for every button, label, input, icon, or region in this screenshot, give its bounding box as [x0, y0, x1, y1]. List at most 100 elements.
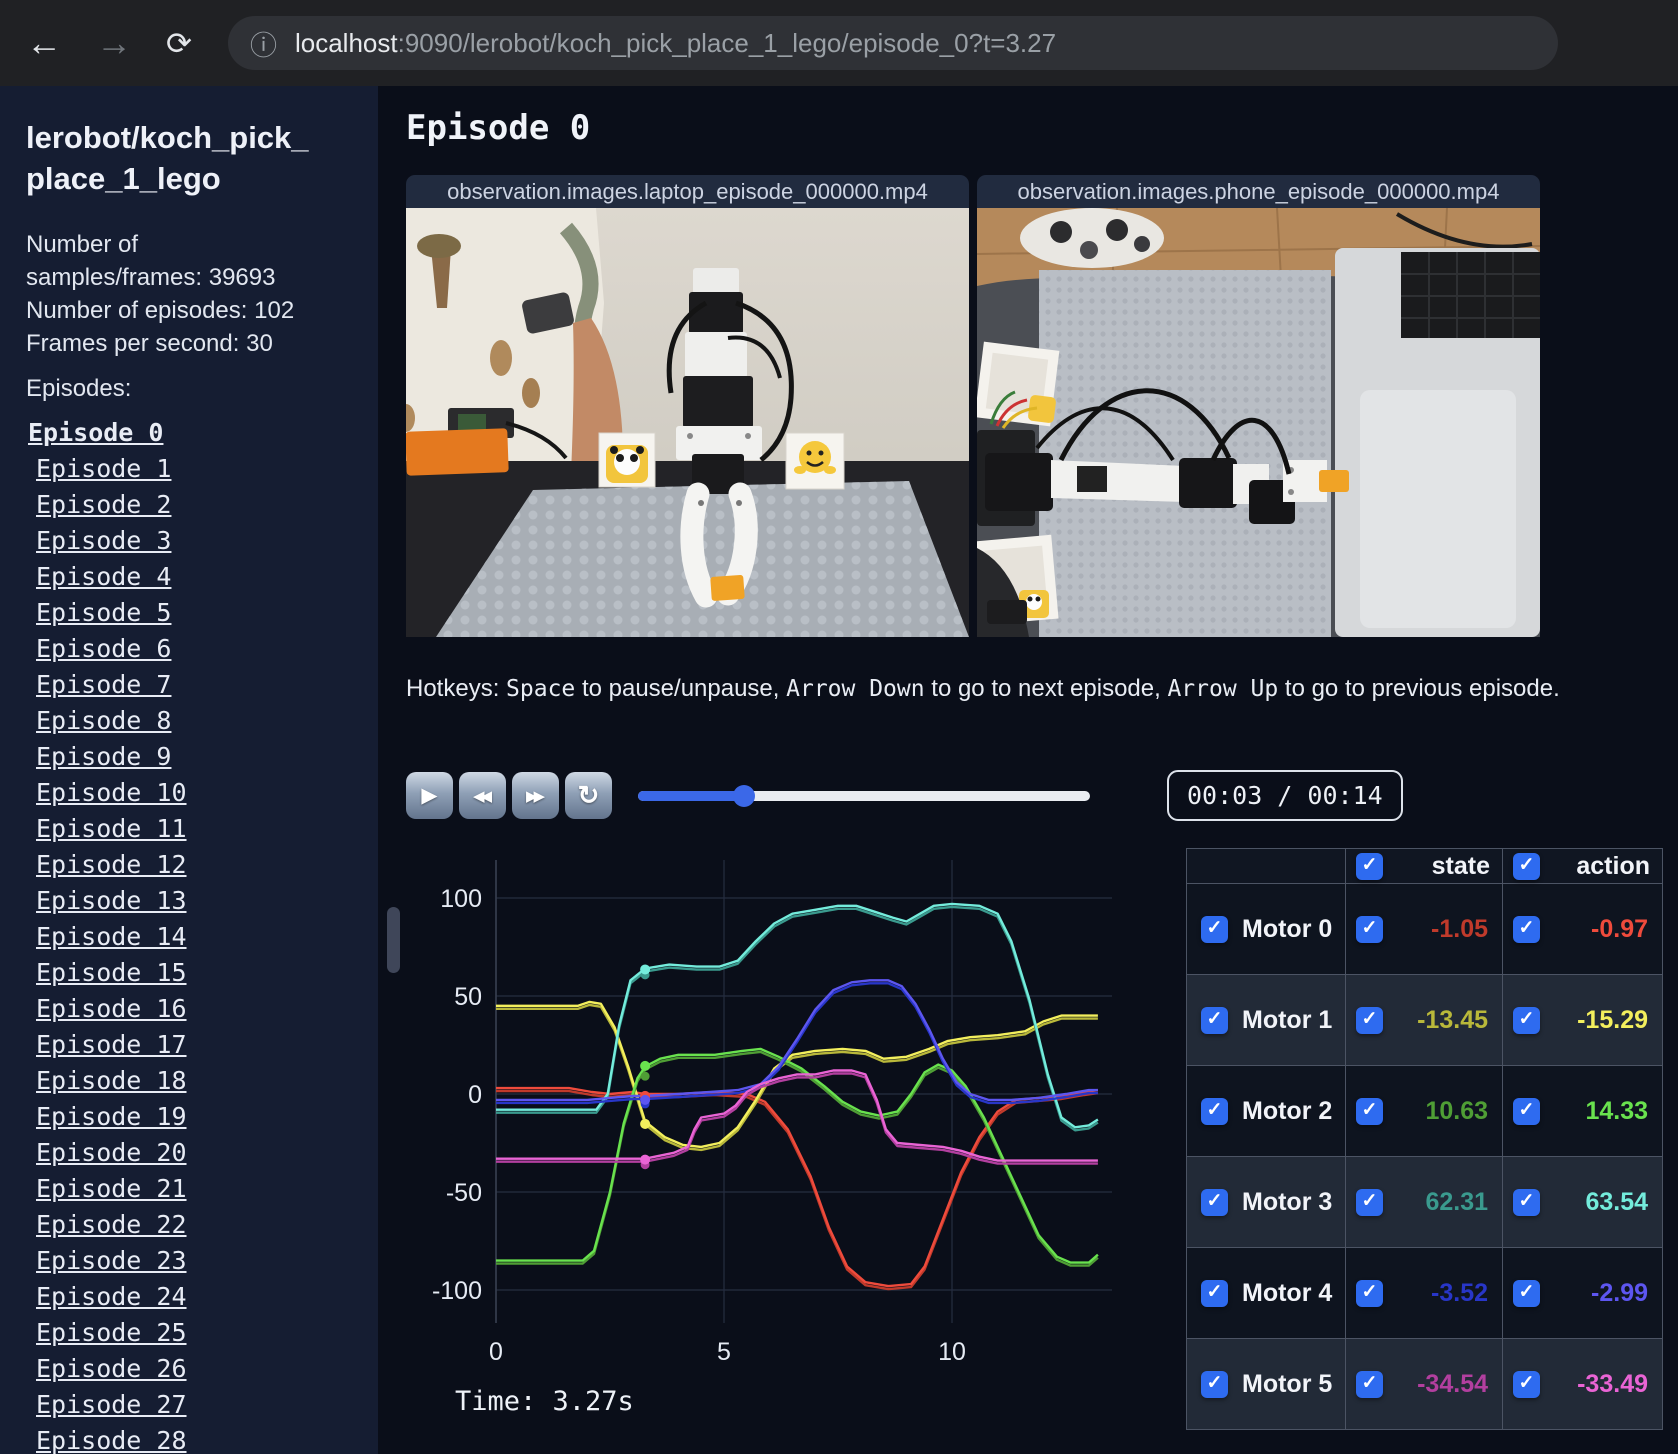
motor-checkbox-4[interactable]: [1201, 1279, 1228, 1307]
episode-link-episode-19[interactable]: Episode 19: [26, 1099, 378, 1135]
episode-link-episode-21[interactable]: Episode 21: [26, 1171, 378, 1207]
episode-link-episode-12[interactable]: Episode 12: [26, 847, 378, 883]
episode-link-episode-8[interactable]: Episode 8: [26, 703, 378, 739]
play-icon: ▶: [421, 784, 438, 807]
browser-toolbar: ← → ⟳ ⓘ localhost:9090/lerobot/koch_pick…: [0, 0, 1678, 86]
episode-link-episode-4[interactable]: Episode 4: [26, 559, 378, 595]
episode-link-episode-26[interactable]: Episode 26: [26, 1351, 378, 1387]
motor-3-state-checkbox[interactable]: [1356, 1188, 1383, 1216]
svg-text:5: 5: [717, 1338, 731, 1366]
motor-2-state-checkbox[interactable]: [1356, 1097, 1383, 1125]
episode-link-episode-16[interactable]: Episode 16: [26, 991, 378, 1027]
video-player-phone[interactable]: observation.images.phone_episode_000000.…: [977, 175, 1540, 637]
main-content: Episode 0 observation.images.laptop_epis…: [378, 86, 1678, 1454]
episode-link-episode-13[interactable]: Episode 13: [26, 883, 378, 919]
video-player-laptop[interactable]: observation.images.laptop_episode_000000…: [406, 175, 969, 637]
video-frame-laptop-scene: [406, 208, 969, 637]
motor-3-action-value: 63.54: [1585, 1187, 1648, 1216]
time-display: 00:03 / 00:14: [1167, 770, 1403, 821]
episode-link-episode-24[interactable]: Episode 24: [26, 1279, 378, 1315]
episode-link-episode-25[interactable]: Episode 25: [26, 1315, 378, 1351]
url-bar[interactable]: ⓘ localhost:9090/lerobot/koch_pick_place…: [227, 16, 1558, 70]
svg-text:0: 0: [468, 1081, 482, 1109]
svg-text:50: 50: [454, 983, 482, 1011]
episode-link-episode-28[interactable]: Episode 28: [26, 1423, 378, 1454]
episode-link-episode-3[interactable]: Episode 3: [26, 523, 378, 559]
motor-2-action-value: 14.33: [1585, 1096, 1648, 1125]
episode-link-episode-20[interactable]: Episode 20: [26, 1135, 378, 1171]
episode-link-episode-15[interactable]: Episode 15: [26, 955, 378, 991]
hotkeys-help: Hotkeys: Space to pause/unpause, Arrow D…: [406, 675, 1560, 702]
episode-link-episode-17[interactable]: Episode 17: [26, 1027, 378, 1063]
motor-label-2: Motor 2: [1242, 1096, 1333, 1125]
episode-link-episode-14[interactable]: Episode 14: [26, 919, 378, 955]
dataset-title: lerobot/koch_pick_place_1_lego: [26, 120, 309, 196]
motor-4-action-value: -2.99: [1591, 1278, 1648, 1307]
hotkey-arrow-up: Arrow Up: [1167, 676, 1279, 702]
svg-text:10: 10: [938, 1338, 966, 1366]
svg-text:-50: -50: [446, 1179, 482, 1207]
episode-list: Episode 0 Episode 1 Episode 2 Episode 3 Epis…: [26, 415, 378, 1454]
episode-link-episode-27[interactable]: Episode 27: [26, 1387, 378, 1423]
column-header-state: state: [1431, 851, 1490, 880]
motor-4-action-checkbox[interactable]: [1513, 1279, 1540, 1307]
video-panels: observation.images.laptop_episode_000000…: [406, 175, 1540, 637]
motor-5-action-value: -33.49: [1577, 1369, 1648, 1398]
motor-3-action-checkbox[interactable]: [1513, 1188, 1540, 1216]
forward-button[interactable]: →: [96, 25, 132, 61]
motor-1-state-checkbox[interactable]: [1356, 1006, 1383, 1034]
video-title-laptop: observation.images.laptop_episode_000000…: [406, 175, 969, 208]
svg-text:0: 0: [489, 1338, 503, 1366]
seek-slider[interactable]: [638, 784, 1090, 807]
episode-link-episode-22[interactable]: Episode 22: [26, 1207, 378, 1243]
motor-checkbox-5[interactable]: [1201, 1370, 1228, 1398]
motor-checkbox-1[interactable]: [1201, 1006, 1228, 1034]
motor-checkbox-3[interactable]: [1201, 1188, 1228, 1216]
motor-0-action-value: -0.97: [1591, 914, 1648, 943]
motor-row-4: Motor 4 -3.52 -2.99: [1186, 1247, 1663, 1339]
motor-5-action-checkbox[interactable]: [1513, 1370, 1540, 1398]
episode-link-episode-2[interactable]: Episode 2: [26, 487, 378, 523]
site-info-icon[interactable]: ⓘ: [250, 24, 277, 63]
rewind-icon: ◀◀: [472, 787, 492, 805]
url-path: :9090/lerobot/koch_pick_place_1_lego/epi…: [397, 27, 1057, 58]
column-checkbox-action[interactable]: [1513, 852, 1540, 880]
motor-0-state-value: -1.05: [1431, 914, 1488, 943]
seek-fill: [638, 790, 745, 801]
motor-5-state-checkbox[interactable]: [1356, 1370, 1383, 1398]
episode-link-episode-0[interactable]: Episode 0: [26, 415, 378, 451]
column-checkbox-state[interactable]: [1356, 852, 1383, 880]
fast-forward-icon: ▶▶: [525, 787, 545, 805]
hotkey-arrow-down: Arrow Down: [786, 676, 925, 702]
motor-2-state-value: 10.63: [1425, 1096, 1488, 1125]
back-button[interactable]: ←: [26, 25, 62, 61]
episode-link-episode-7[interactable]: Episode 7: [26, 667, 378, 703]
page-title: Episode 0: [406, 108, 591, 148]
info-line: Number of episodes: 102: [26, 296, 295, 324]
episode-link-episode-11[interactable]: Episode 11: [26, 811, 378, 847]
scrollbar-thumb[interactable]: [387, 907, 400, 973]
motor-label-5: Motor 5: [1242, 1369, 1333, 1398]
motor-1-action-checkbox[interactable]: [1513, 1006, 1540, 1034]
hotkey-space: Space: [506, 676, 576, 702]
chart-time-label: Time: 3.27s: [455, 1386, 634, 1417]
motor-checkbox-2[interactable]: [1201, 1097, 1228, 1125]
episode-link-episode-5[interactable]: Episode 5: [26, 595, 378, 631]
reload-button[interactable]: ⟳: [166, 28, 192, 59]
motor-4-state-checkbox[interactable]: [1356, 1279, 1383, 1307]
motor-0-action-checkbox[interactable]: [1513, 915, 1540, 943]
episode-link-episode-9[interactable]: Episode 9: [26, 739, 378, 775]
motor-0-state-checkbox[interactable]: [1356, 915, 1383, 943]
svg-text:100: 100: [440, 885, 482, 913]
episode-link-episode-1[interactable]: Episode 1: [26, 451, 378, 487]
motor-chart: 100 50 0 -50 -100 0 5 10: [410, 810, 1120, 1375]
motor-checkbox-0[interactable]: [1201, 915, 1228, 943]
episode-link-episode-18[interactable]: Episode 18: [26, 1063, 378, 1099]
episode-link-episode-10[interactable]: Episode 10: [26, 775, 378, 811]
svg-text:-100: -100: [432, 1277, 482, 1305]
motor-2-action-checkbox[interactable]: [1513, 1097, 1540, 1125]
episode-link-episode-6[interactable]: Episode 6: [26, 631, 378, 667]
motor-row-2: Motor 2 10.63 14.33: [1186, 1065, 1663, 1157]
episode-link-episode-23[interactable]: Episode 23: [26, 1243, 378, 1279]
seek-thumb[interactable]: [733, 784, 756, 807]
